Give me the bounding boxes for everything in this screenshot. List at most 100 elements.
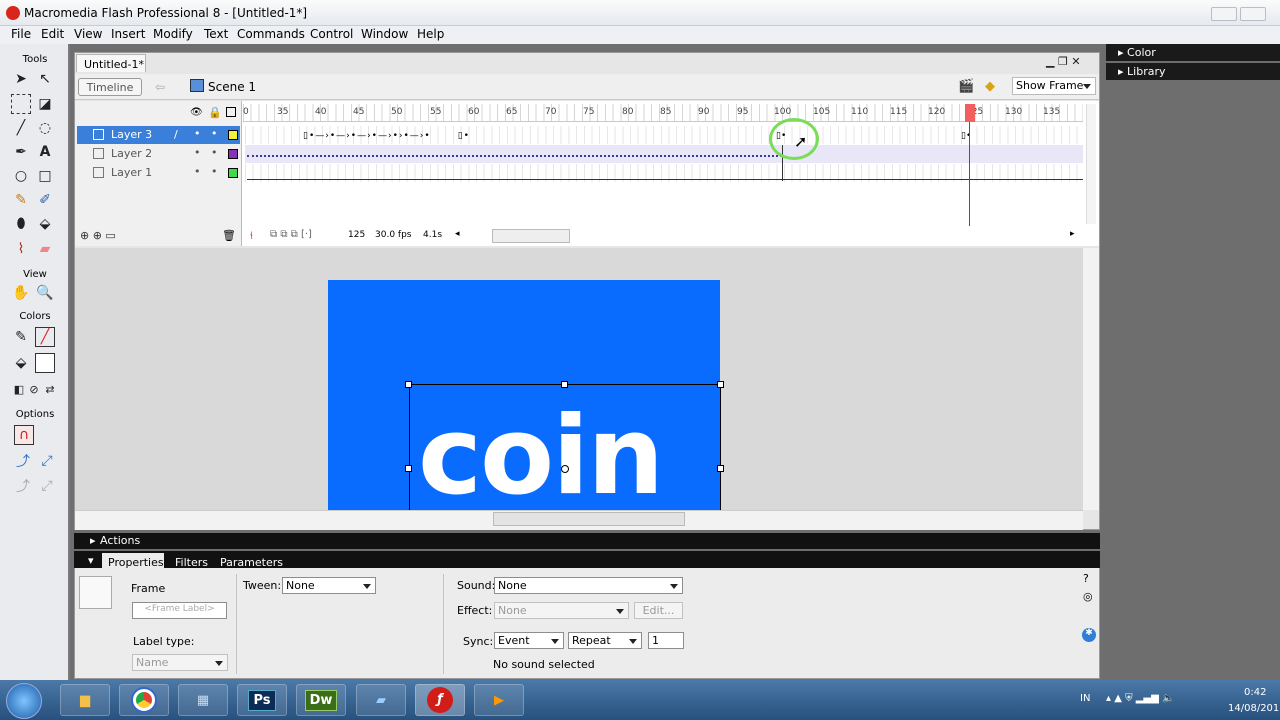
text-tool-icon[interactable]: A [35, 142, 55, 162]
visibility-dot[interactable]: • [194, 165, 201, 178]
color-panel-bar[interactable]: ▸ Color [1106, 44, 1280, 61]
chrome-icon[interactable] [119, 684, 169, 716]
timeline-vscroll[interactable] [1086, 104, 1096, 224]
menu-help[interactable]: Help [417, 27, 444, 41]
start-button[interactable] [6, 683, 42, 719]
menu-window[interactable]: Window [361, 27, 408, 41]
layer-color-swatch[interactable] [228, 168, 238, 178]
swap-colors-icon[interactable]: ⇄ [40, 379, 60, 399]
eyedropper-tool-icon[interactable]: ⌇ [11, 239, 31, 259]
menu-text[interactable]: Text [204, 27, 228, 41]
rectangle-tool-icon[interactable]: □ [35, 166, 55, 186]
free-transform-tool-icon[interactable] [11, 94, 31, 114]
edit-scene-icon[interactable]: 🎬 [958, 79, 974, 94]
onion-skin-icons[interactable]: ⧉ ⧉ ⧉ [·] [270, 229, 312, 240]
maximize-button[interactable] [1240, 7, 1266, 21]
timeline-toggle-button[interactable]: Timeline [78, 78, 142, 96]
transform-handle[interactable] [561, 381, 568, 388]
sync-select[interactable]: Event [494, 632, 564, 649]
help-icon[interactable]: ? [1083, 572, 1089, 585]
eye-icon[interactable]: 👁 [190, 107, 203, 118]
menu-commands[interactable]: Commands [237, 27, 305, 41]
scroll-left-icon[interactable]: ◂ [455, 229, 460, 239]
playhead-handle[interactable] [965, 104, 975, 122]
line-tool-icon[interactable]: ╱ [11, 118, 31, 138]
stroke-color-icon[interactable]: ✎ [11, 327, 31, 347]
dreamweaver-taskbar-button[interactable]: Dw [296, 684, 346, 716]
photoshop-taskbar-button[interactable]: Ps [237, 684, 287, 716]
lock-icon[interactable]: 🔒 [208, 106, 222, 119]
transform-handle[interactable] [405, 381, 412, 388]
menu-edit[interactable]: Edit [41, 27, 64, 41]
explorer-icon[interactable]: ▆ [60, 684, 110, 716]
transform-handle[interactable] [717, 465, 724, 472]
pencil-tool-icon[interactable]: ✎ [11, 190, 31, 210]
smooth-option-icon[interactable]: ⤴ [13, 451, 33, 471]
paint-bucket-tool-icon[interactable]: ⬙ [35, 214, 55, 234]
sound-select[interactable]: None [494, 577, 683, 594]
lock-dot[interactable]: • [211, 146, 218, 159]
hand-tool-icon[interactable]: ✋ [11, 283, 31, 303]
flash-taskbar-button[interactable]: ƒ [415, 684, 465, 716]
tween-select[interactable]: None [282, 577, 376, 594]
notepad-icon[interactable]: ▰ [356, 684, 406, 716]
repeat-count-input[interactable]: 1 [648, 632, 684, 649]
outline-icon[interactable] [226, 107, 236, 117]
center-frame-icon[interactable]: ⫮ [250, 229, 253, 243]
layer-color-swatch[interactable] [228, 130, 238, 140]
zoom-select[interactable]: Show Frame [1012, 77, 1096, 95]
library-panel-bar[interactable]: ▸ Library [1106, 63, 1280, 80]
insert-layer-icons[interactable]: ⊕ ⊕ ▭ [80, 229, 116, 242]
actions-panel-bar[interactable]: ▸ Actions [74, 533, 1100, 549]
arrow-tool-icon[interactable]: ➤ [11, 69, 31, 89]
zoom-tool-icon[interactable]: 🔍 [35, 283, 55, 303]
frame-label-input[interactable]: <Frame Label> [132, 602, 227, 619]
stage-hscroll-thumb[interactable] [493, 512, 685, 526]
transform-center-point[interactable] [561, 465, 569, 473]
subselect-tool-icon[interactable]: ↖ [35, 69, 55, 89]
transform-handle[interactable] [717, 381, 724, 388]
language-indicator[interactable]: IN [1080, 693, 1090, 704]
accessibility-icon[interactable]: ✱ [1082, 628, 1096, 642]
brush-tool-icon[interactable]: ✐ [35, 190, 55, 210]
layer-row-1[interactable]: Layer 1 • • [77, 164, 240, 182]
fill-transform-tool-icon[interactable]: ◪ [35, 94, 55, 114]
fill-color-icon[interactable]: ⬙ [11, 353, 31, 373]
stroke-color-swatch[interactable]: ╱ [35, 327, 55, 347]
selection-box[interactable] [409, 384, 721, 514]
ink-bottle-tool-icon[interactable]: ⬮ [11, 214, 31, 234]
minimize-button[interactable] [1211, 7, 1237, 21]
edit-properties-icon[interactable]: ◎ [1083, 590, 1093, 603]
fill-color-swatch[interactable] [35, 353, 55, 373]
repeat-select[interactable]: Repeat [568, 632, 642, 649]
layer-row-2[interactable]: Layer 2 • • [77, 145, 240, 163]
eraser-tool-icon[interactable]: ▰ [35, 239, 55, 259]
tab-properties[interactable]: Properties [108, 556, 164, 569]
tray-icons[interactable]: ▴ ▲ ⛨ ▂▄▆ 🔈 [1106, 693, 1174, 704]
timeline-hscroll-thumb[interactable] [492, 229, 570, 243]
transform-handle[interactable] [405, 465, 412, 472]
document-tab[interactable]: Untitled-1* [76, 54, 146, 72]
layer-color-swatch[interactable] [228, 149, 238, 159]
frame-row-layer-2[interactable] [245, 145, 1083, 163]
media-player-icon[interactable]: ▶ [474, 684, 524, 716]
menu-file[interactable]: File [11, 27, 31, 41]
lock-dot[interactable]: • [211, 127, 218, 140]
collapse-arrow-icon[interactable]: ▾ [88, 554, 94, 567]
visibility-dot[interactable]: • [194, 146, 201, 159]
back-arrow-icon[interactable]: ⇦ [155, 80, 165, 94]
lasso-tool-icon[interactable]: ◌ [35, 118, 55, 138]
snap-magnet-icon[interactable]: ∩ [14, 425, 34, 445]
menu-insert[interactable]: Insert [111, 27, 145, 41]
delete-layer-icon[interactable]: 🗑 [222, 229, 236, 242]
menu-modify[interactable]: Modify [153, 27, 193, 41]
lock-dot[interactable]: • [211, 165, 218, 178]
scroll-right-icon[interactable]: ▸ [1070, 229, 1075, 239]
oval-tool-icon[interactable]: ○ [11, 166, 31, 186]
label-type-select[interactable]: Name [132, 654, 228, 671]
stage-vscroll[interactable] [1083, 248, 1099, 510]
tab-filters[interactable]: Filters [175, 556, 208, 569]
visibility-dot[interactable]: • [194, 127, 201, 140]
calculator-icon[interactable]: ▦ [178, 684, 228, 716]
tab-parameters[interactable]: Parameters [220, 556, 283, 569]
